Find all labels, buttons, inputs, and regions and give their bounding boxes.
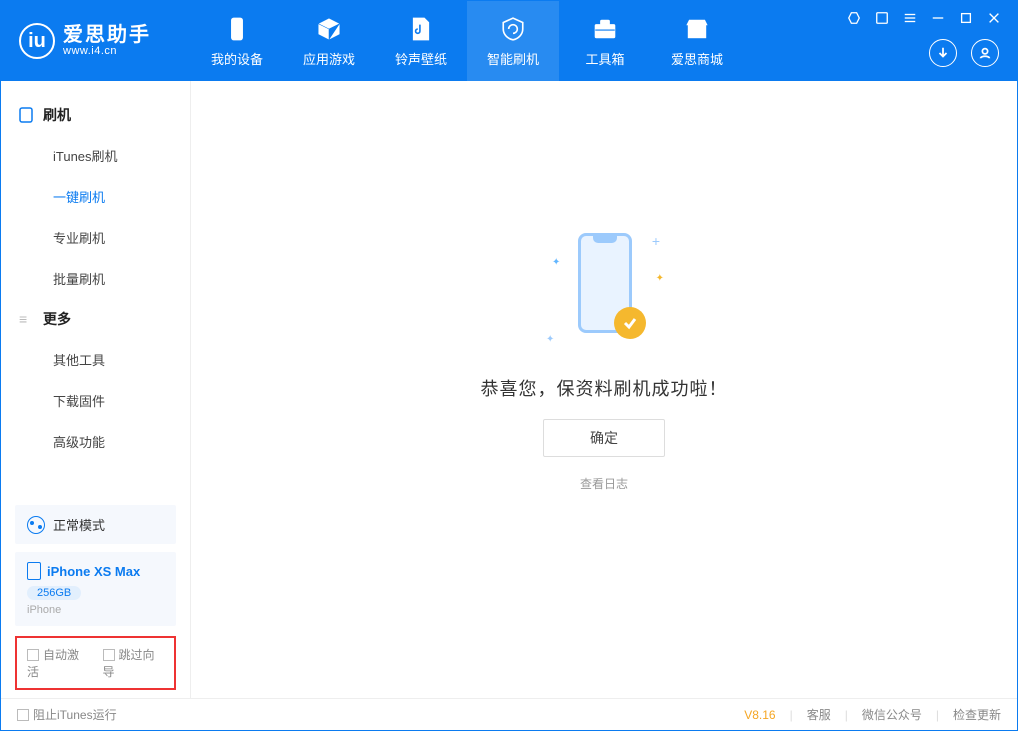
wechat-link[interactable]: 微信公众号: [862, 706, 922, 723]
sidebar-item-batch-flash[interactable]: 批量刷机: [1, 258, 190, 299]
minimize-icon[interactable]: [929, 9, 947, 27]
sidebar-item-oneclick-flash[interactable]: 一键刷机: [1, 176, 190, 217]
nav-label: 爱思商城: [671, 49, 723, 68]
nav-label: 工具箱: [585, 49, 624, 68]
app-name: 爱思助手: [63, 25, 151, 45]
logo-icon: iu: [19, 23, 55, 59]
sidebar-item-pro-flash[interactable]: 专业刷机: [1, 217, 190, 258]
nav-toolbox[interactable]: 工具箱: [559, 1, 651, 81]
nav-label: 我的设备: [211, 49, 263, 68]
sidebar-group-flash: 刷机: [1, 95, 190, 135]
device-card[interactable]: iPhone XS Max 256GB iPhone: [15, 552, 176, 626]
nav-ringtone-wallpaper[interactable]: 铃声壁纸: [375, 1, 467, 81]
close-icon[interactable]: [985, 9, 1003, 27]
ok-button[interactable]: 确定: [543, 419, 665, 457]
account-button[interactable]: [971, 39, 999, 67]
titlebar-controls: [845, 9, 1003, 27]
device-mode-card[interactable]: 正常模式: [15, 505, 176, 544]
device-capacity: 256GB: [27, 586, 81, 600]
menu-icon[interactable]: [901, 9, 919, 27]
list-icon: ≡: [19, 311, 35, 327]
sidebar: 刷机 iTunes刷机 一键刷机 专业刷机 批量刷机 ≡ 更多 其他工具 下载固…: [1, 81, 191, 698]
check-update-link[interactable]: 检查更新: [953, 706, 1001, 723]
store-icon: [683, 15, 711, 43]
app-url: www.i4.cn: [63, 45, 151, 57]
sidebar-group-more: ≡ 更多: [1, 299, 190, 339]
theme-icon[interactable]: [845, 9, 863, 27]
mode-label: 正常模式: [53, 515, 105, 534]
nav-apps-games[interactable]: 应用游戏: [283, 1, 375, 81]
view-log-link[interactable]: 查看日志: [580, 475, 628, 492]
sidebar-item-download-firmware[interactable]: 下载固件: [1, 380, 190, 421]
nav-smart-flash[interactable]: 智能刷机: [467, 1, 559, 81]
sidebar-item-itunes-flash[interactable]: iTunes刷机: [1, 135, 190, 176]
app-header: iu 爱思助手 www.i4.cn 我的设备 应用游戏 铃声壁纸 智能刷机 工具…: [1, 1, 1017, 81]
nav-label: 智能刷机: [487, 49, 539, 68]
success-illustration: [544, 227, 664, 357]
app-logo: iu 爱思助手 www.i4.cn: [1, 23, 191, 59]
feedback-icon[interactable]: [873, 9, 891, 27]
nav-store[interactable]: 爱思商城: [651, 1, 743, 81]
skip-guide-checkbox[interactable]: 跳过向导: [103, 646, 165, 680]
status-bar: 阻止iTunes运行 V8.16 | 客服 | 微信公众号 | 检查更新: [1, 698, 1017, 730]
checkmark-badge-icon: [614, 307, 646, 339]
sidebar-item-other-tools[interactable]: 其他工具: [1, 339, 190, 380]
cube-icon: [315, 15, 343, 43]
device-type: iPhone: [27, 604, 164, 616]
maximize-icon[interactable]: [957, 9, 975, 27]
device-icon: [19, 107, 35, 123]
main-content: 恭喜您，保资料刷机成功啦！ 确定 查看日志: [191, 81, 1017, 698]
block-itunes-checkbox[interactable]: 阻止iTunes运行: [17, 706, 117, 723]
main-nav: 我的设备 应用游戏 铃声壁纸 智能刷机 工具箱 爱思商城: [191, 1, 743, 81]
music-file-icon: [407, 15, 435, 43]
nav-label: 应用游戏: [303, 49, 355, 68]
header-right-actions: [929, 39, 999, 67]
nav-my-device[interactable]: 我的设备: [191, 1, 283, 81]
nav-label: 铃声壁纸: [395, 49, 447, 68]
phone-icon: [223, 15, 251, 43]
sidebar-item-advanced[interactable]: 高级功能: [1, 421, 190, 462]
toolbox-icon: [591, 15, 619, 43]
shield-refresh-icon: [499, 15, 527, 43]
device-name: iPhone XS Max: [47, 564, 140, 579]
version-label: V8.16: [744, 708, 775, 722]
flash-options-row: 自动激活 跳过向导: [15, 636, 176, 690]
success-message: 恭喜您，保资料刷机成功啦！: [481, 375, 728, 401]
download-button[interactable]: [929, 39, 957, 67]
auto-activate-checkbox[interactable]: 自动激活: [27, 646, 89, 680]
phone-outline-icon: [27, 562, 41, 580]
customer-service-link[interactable]: 客服: [807, 706, 831, 723]
mode-icon: [27, 516, 45, 534]
